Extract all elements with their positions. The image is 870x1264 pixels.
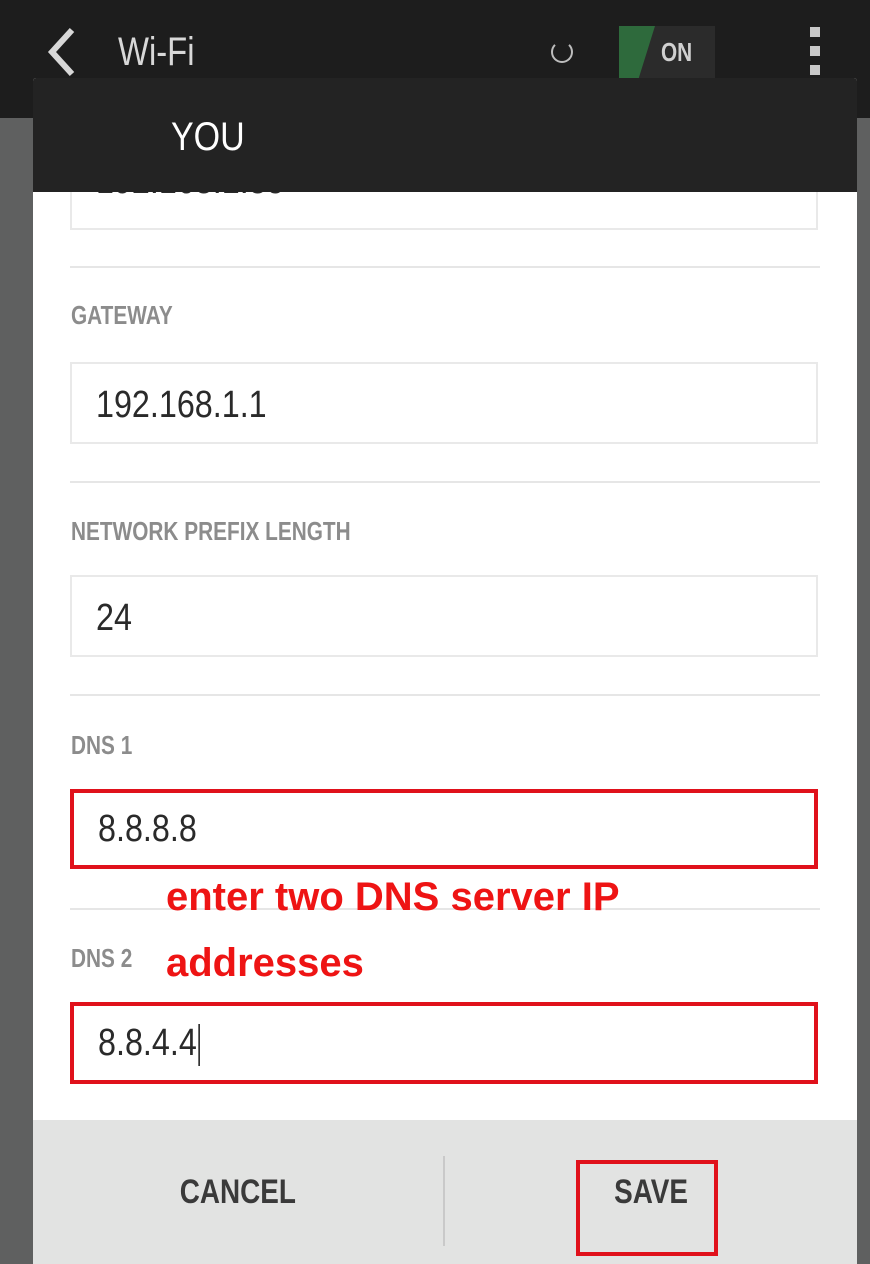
dns1-label: DNS 1: [71, 730, 133, 760]
dialog-header: YOU: [33, 78, 857, 192]
prefix-label: NETWORK PREFIX LENGTH: [71, 516, 351, 546]
cancel-button[interactable]: CANCEL: [33, 1120, 443, 1264]
prefix-length-field[interactable]: 24: [70, 575, 818, 657]
wifi-toggle[interactable]: ON: [619, 26, 715, 78]
cancel-label: CANCEL: [179, 1173, 297, 1211]
prefix-length-value: 24: [96, 597, 132, 639]
annotation-line-2: addresses: [166, 941, 364, 985]
dialog-title: YOU: [171, 115, 245, 159]
gateway-value: 192.168.1.1: [96, 384, 267, 426]
toggle-label: ON: [661, 37, 693, 67]
text-cursor: [198, 1023, 201, 1066]
spinner-icon: [551, 41, 573, 63]
back-arrow-icon[interactable]: [40, 22, 84, 82]
wifi-title: Wi-Fi: [118, 30, 195, 74]
dns2-value: 8.8.4.4: [98, 1022, 197, 1064]
save-highlight-box: [576, 1160, 718, 1256]
gateway-field[interactable]: 192.168.1.1: [70, 362, 818, 444]
divider: [70, 481, 820, 483]
dns2-label: DNS 2: [71, 943, 133, 973]
dialog-content: 192.168.1.85 GATEWAY 192.168.1.1 NETWORK…: [33, 78, 857, 1120]
overflow-menu-icon[interactable]: [810, 27, 820, 75]
divider: [70, 266, 820, 268]
toggle-on-indicator: [619, 26, 655, 78]
dialog-footer: CANCEL SAVE: [33, 1120, 857, 1264]
gateway-label: GATEWAY: [71, 300, 173, 330]
divider: [70, 694, 820, 696]
annotation-line-1: enter two DNS server IP: [166, 875, 620, 919]
dns1-value: 8.8.8.8: [98, 808, 197, 850]
dns2-field[interactable]: 8.8.4.4: [70, 1002, 818, 1084]
dns2-value-wrap: 8.8.4.4: [98, 1006, 201, 1080]
dns1-field[interactable]: 8.8.8.8: [70, 789, 818, 869]
static-ip-dialog: YOU 192.168.1.85 GATEWAY 192.168.1.1 NET…: [33, 78, 857, 1264]
